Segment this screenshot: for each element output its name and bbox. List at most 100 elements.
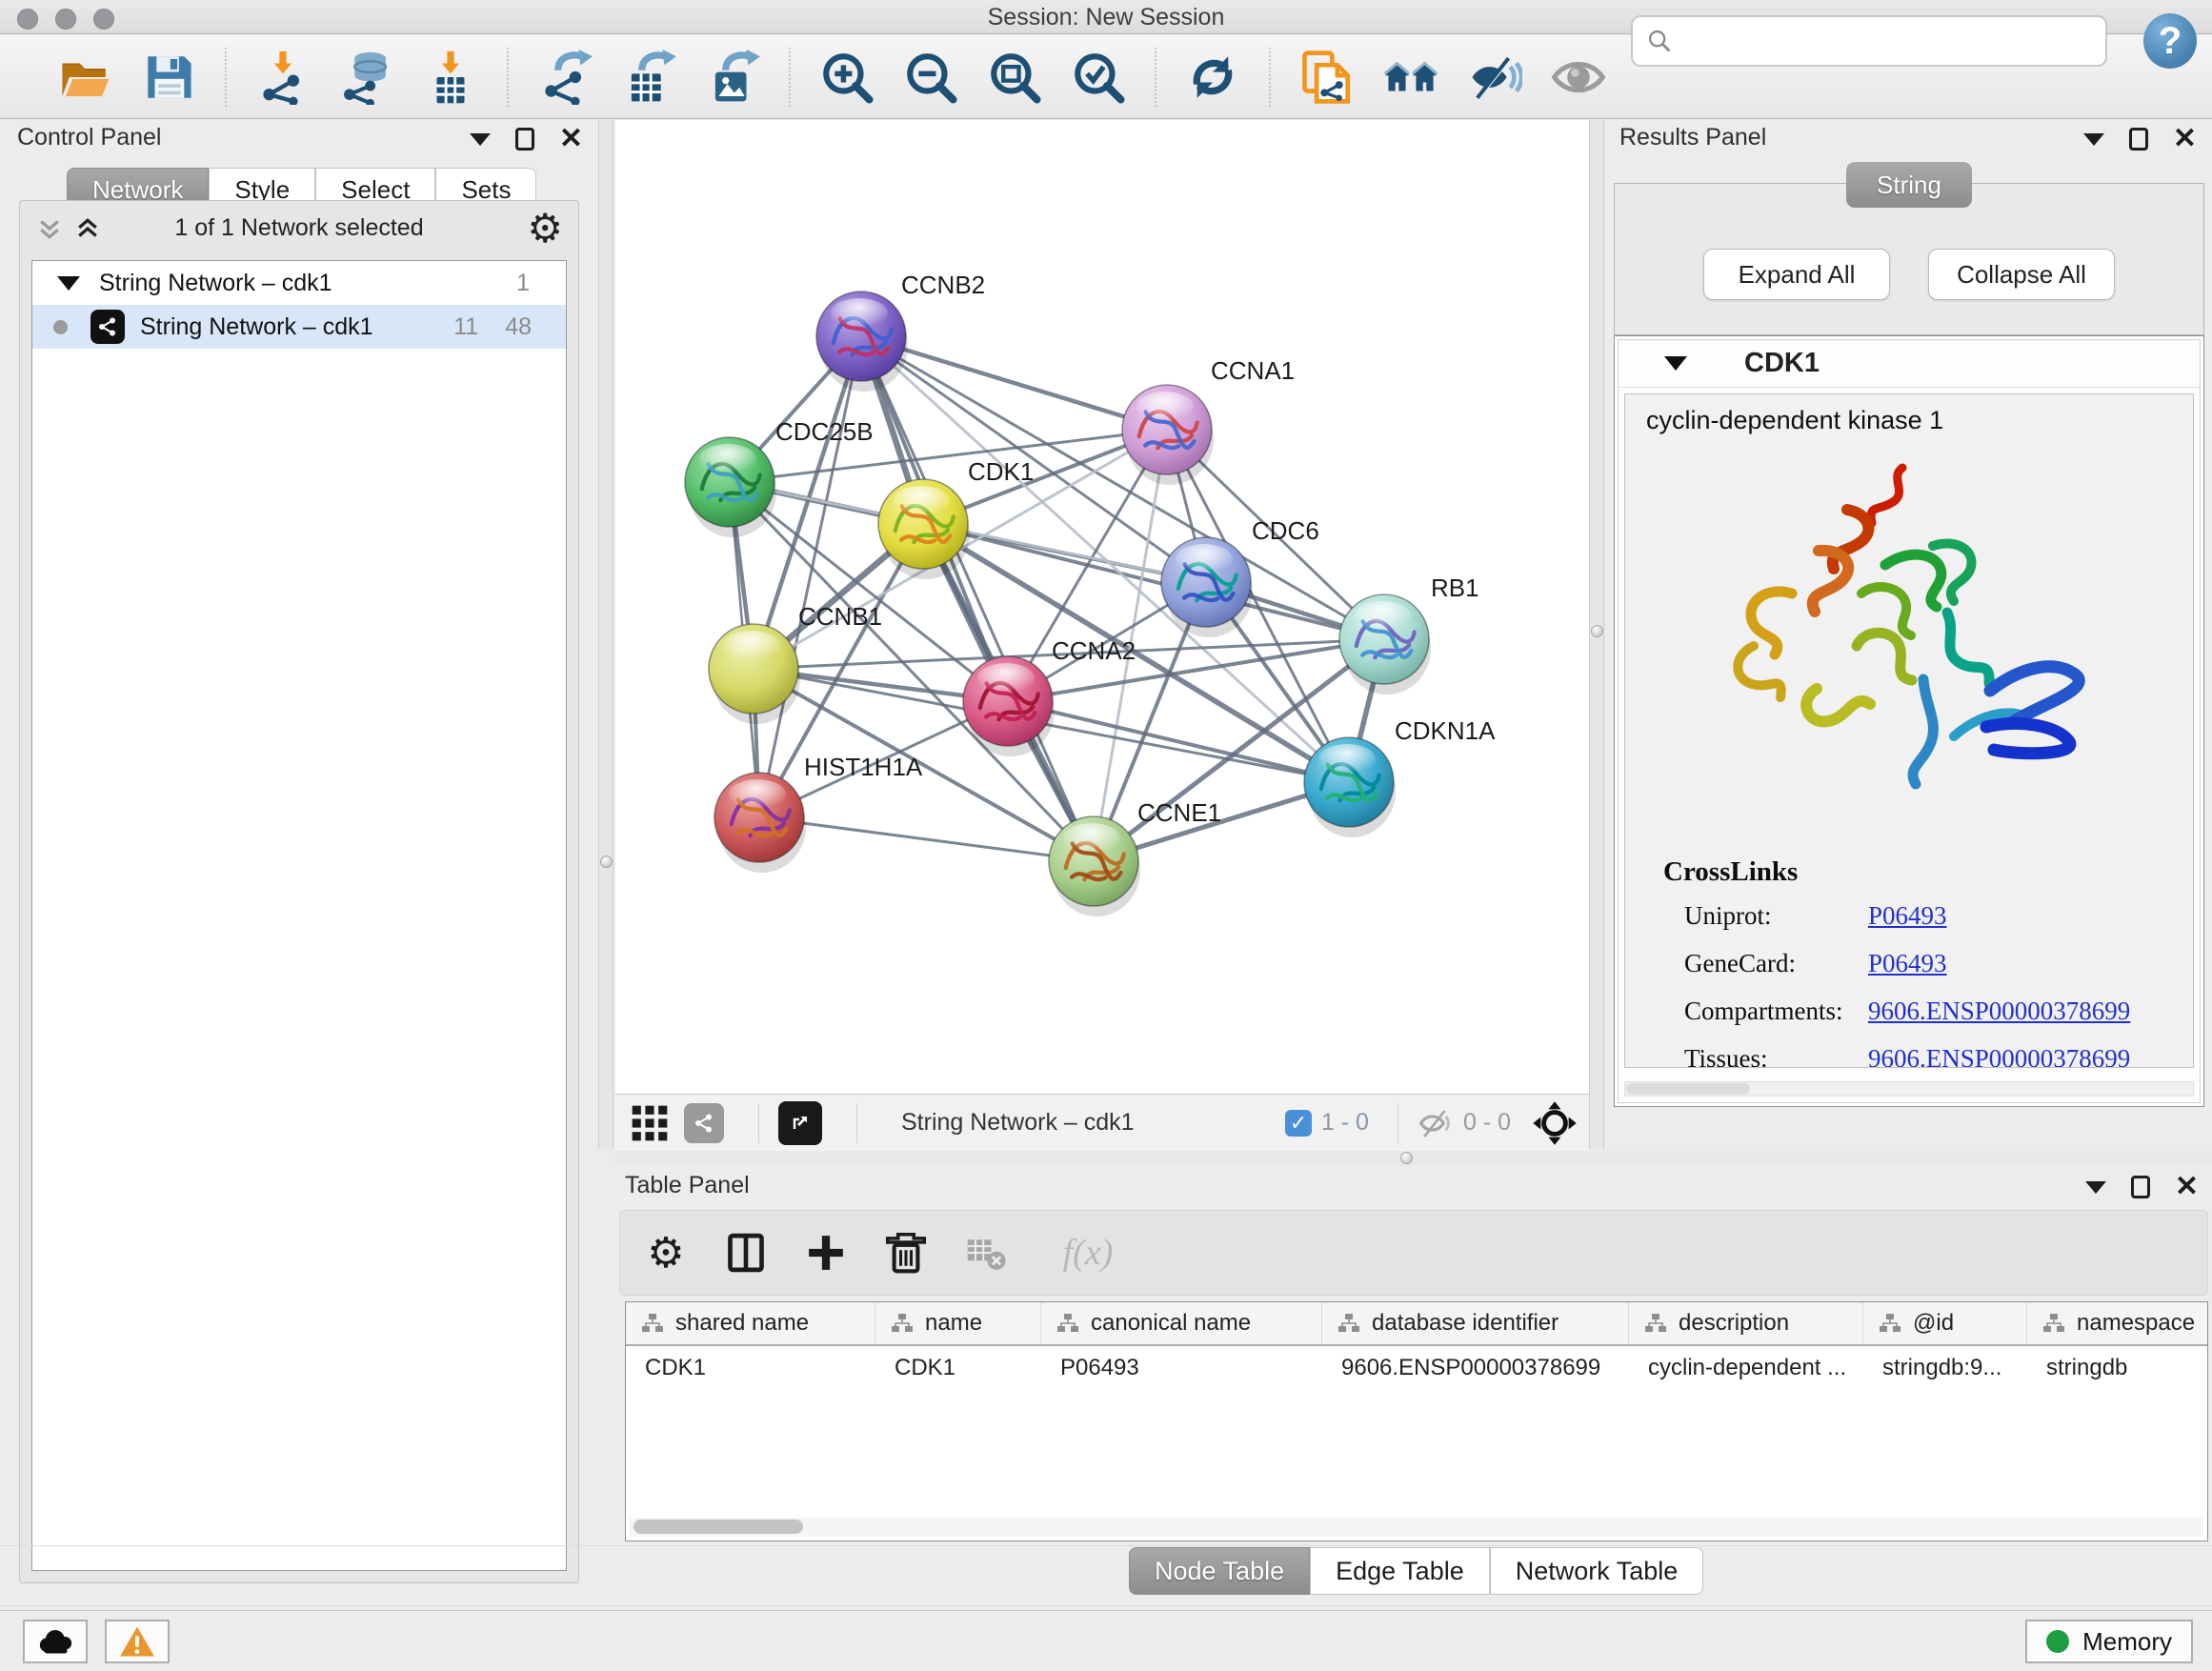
export-table-icon[interactable]	[621, 50, 676, 105]
network-options-gear-icon[interactable]: ⚙	[527, 205, 563, 252]
node-label: CDC25B	[775, 417, 874, 446]
crosslink-genecard-link[interactable]: P06493	[1868, 949, 1947, 978]
import-network-icon[interactable]	[255, 50, 311, 105]
tab-node-table[interactable]: Node Table	[1129, 1547, 1310, 1595]
column-header[interactable]: database identifier	[1322, 1302, 1629, 1344]
help-button[interactable]: ?	[2143, 13, 2197, 69]
string-query-icon[interactable]	[1383, 50, 1438, 105]
node-label: CCNA2	[1052, 636, 1136, 665]
zoom-in-icon[interactable]	[819, 50, 875, 105]
tab-edge-table[interactable]: Edge Table	[1310, 1547, 1490, 1595]
open-session-icon[interactable]	[57, 50, 112, 105]
right-splitter[interactable]	[1589, 120, 1604, 1149]
network-row[interactable]: String Network – cdk1 11 48	[32, 305, 566, 349]
apply-layout-icon[interactable]	[1185, 50, 1240, 105]
collapse-results-icon[interactable]	[2083, 133, 2104, 146]
network-node-HIST1H1A[interactable]: HIST1H1A	[714, 753, 923, 873]
gene-caret-icon[interactable]	[1664, 356, 1687, 371]
zoom-selected-icon[interactable]	[1071, 50, 1126, 105]
network-node-RB1[interactable]: RB1	[1339, 574, 1479, 695]
float-panel-icon[interactable]	[515, 128, 534, 151]
column-header[interactable]: canonical name	[1041, 1302, 1322, 1344]
column-header[interactable]: @id	[1863, 1302, 2027, 1344]
cytoscape-window: Session: New Session	[0, 0, 2212, 1671]
tab-network-table[interactable]: Network Table	[1490, 1547, 1704, 1595]
network-view-toolbar: String Network – cdk1 ✓ 1 - 0 0 - 0	[615, 1094, 1589, 1151]
table-horizontal-scrollbar[interactable]	[630, 1518, 2203, 1537]
network-label: String Network – cdk1	[140, 313, 373, 341]
network-view-icon[interactable]	[684, 1103, 724, 1143]
import-network-from-database-icon[interactable]	[339, 50, 394, 105]
network-collection-row[interactable]: String Network – cdk1 1	[32, 261, 566, 305]
column-header[interactable]: namespace	[2027, 1302, 2208, 1344]
grid-view-icon[interactable]	[629, 1102, 671, 1144]
horizontal-splitter[interactable]	[615, 1151, 2212, 1166]
selected-count-checkbox-icon[interactable]: ✓	[1285, 1110, 1312, 1137]
function-builder-icon: f(x)	[1045, 1232, 1131, 1274]
string-results-scrollpane: CDK1 cyclin-dependent kinase 1	[1614, 335, 2204, 1107]
network-selection-summary: 1 of 1 Network selected	[20, 214, 578, 242]
node-label: CCNB2	[901, 271, 985, 299]
delete-column-icon[interactable]	[885, 1232, 927, 1274]
zoom-fit-icon[interactable]	[987, 50, 1042, 105]
cloud-status-button[interactable]	[23, 1620, 88, 1663]
selected-counts: 1 - 0	[1321, 1109, 1369, 1137]
zoom-out-icon[interactable]	[903, 50, 958, 105]
search-input[interactable]	[1673, 28, 2073, 54]
network-node-CDK1[interactable]: CDK1	[878, 457, 1034, 579]
crosslink-uniprot-link[interactable]: P06493	[1868, 901, 1947, 931]
table-settings-gear-icon[interactable]: ⚙	[645, 1232, 687, 1274]
search-box[interactable]	[1631, 15, 2107, 67]
network-icon	[90, 310, 125, 344]
show-columns-icon[interactable]	[725, 1232, 767, 1274]
warning-status-button[interactable]	[105, 1620, 170, 1663]
left-splitter[interactable]	[598, 120, 613, 1149]
hide-graphics-details-icon[interactable]	[1467, 50, 1522, 105]
hidden-eye-icon	[1418, 1105, 1454, 1141]
close-table-icon[interactable]: ✕	[2175, 1176, 2199, 1198]
collapse-table-icon[interactable]	[2085, 1181, 2106, 1194]
show-graphics-details-icon[interactable]	[1551, 50, 1606, 105]
table-row[interactable]: CDK1 CDK1 P06493 9606.ENSP00000378699 cy…	[626, 1346, 2207, 1390]
network-node-CDKN1A[interactable]: CDKN1A	[1304, 716, 1496, 837]
clone-network-view-icon[interactable]	[1299, 50, 1355, 105]
crosslink-compartments-link[interactable]: 9606.ENSP00000378699	[1868, 997, 2130, 1026]
memory-button[interactable]: Memory	[2025, 1620, 2193, 1663]
network-panel-body: 1 of 1 Network selected ⚙ String Network…	[19, 200, 579, 1583]
column-header[interactable]: name	[875, 1302, 1041, 1344]
collection-caret-icon[interactable]	[57, 276, 80, 291]
collapse-all-button[interactable]: Collapse All	[1928, 249, 2115, 300]
close-results-icon[interactable]: ✕	[2173, 128, 2197, 151]
memory-status-icon	[2046, 1630, 2069, 1653]
crosslink-tissues-link[interactable]: 9606.ENSP00000378699	[1868, 1044, 2130, 1068]
collapse-panel-icon[interactable]	[470, 133, 491, 146]
gene-section-header[interactable]: CDK1	[1619, 340, 2200, 388]
import-table-icon[interactable]	[423, 50, 478, 105]
network-node-CCNA1[interactable]: CCNA1	[1122, 356, 1295, 485]
expand-all-button[interactable]: Expand All	[1703, 249, 1890, 300]
node-label: CCNE1	[1137, 798, 1221, 827]
birds-eye-view-icon[interactable]	[1530, 1098, 1579, 1148]
export-network-icon[interactable]	[537, 50, 593, 105]
save-session-icon[interactable]	[141, 50, 196, 105]
export-image-icon[interactable]	[705, 50, 760, 105]
node-table[interactable]: shared name name canonical name database…	[625, 1301, 2208, 1541]
network-canvas[interactable]: CCNB2CCNA1CDC25BCDK1CDC6RB1CCNB1CCNA2CDK…	[615, 120, 1589, 1094]
network-node-CDC6[interactable]: CDC6	[1161, 516, 1319, 637]
collection-count: 1	[516, 270, 566, 297]
crosslink-label: Compartments:	[1663, 997, 1868, 1026]
results-horizontal-scrollbar[interactable]	[1624, 1081, 2194, 1097]
close-panel-icon[interactable]: ✕	[559, 128, 583, 151]
column-header[interactable]: shared name	[626, 1302, 875, 1344]
float-table-icon[interactable]	[2131, 1176, 2150, 1198]
table-panel-title: Table Panel	[625, 1172, 750, 1199]
status-bar: Memory	[0, 1610, 2212, 1671]
detach-view-icon[interactable]	[778, 1101, 822, 1145]
column-header[interactable]: description	[1629, 1302, 1863, 1344]
gene-section-body: cyclin-dependent kinase 1	[1624, 393, 2194, 1068]
float-results-icon[interactable]	[2129, 128, 2148, 151]
create-column-icon[interactable]	[805, 1232, 847, 1274]
tab-string[interactable]: String	[1846, 162, 1972, 208]
network-svg[interactable]: CCNB2CCNA1CDC25BCDK1CDC6RB1CCNB1CCNA2CDK…	[615, 120, 1589, 1094]
search-icon	[1646, 28, 1673, 54]
